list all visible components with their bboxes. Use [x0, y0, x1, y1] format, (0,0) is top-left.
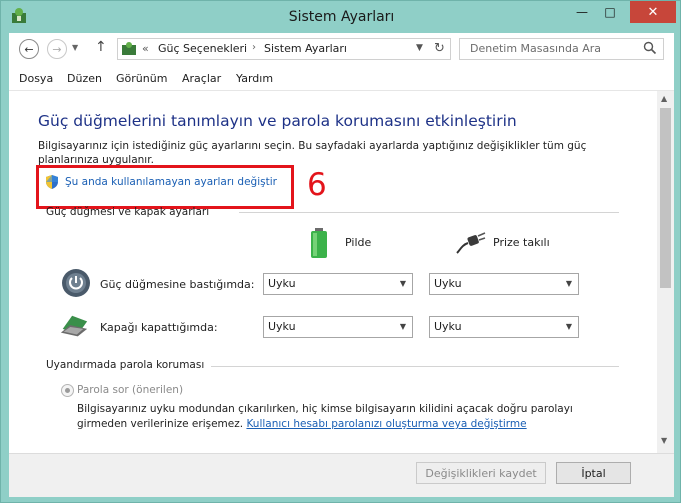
menu-bar: Dosya Düzen Görünüm Araçlar Yardım — [9, 65, 674, 91]
menu-tools[interactable]: Araçlar — [182, 72, 221, 85]
select-value: Uyku — [268, 277, 296, 290]
breadcrumb-power-options[interactable]: Güç Seçenekleri — [158, 42, 247, 55]
maximize-button[interactable]: □ — [596, 1, 624, 23]
password-description: Bilgisayarınız uyku modundan çıkarılırke… — [77, 402, 607, 432]
account-password-link[interactable]: Kullanıcı hesabı parolanızı oluşturma ve… — [246, 418, 526, 430]
scroll-down-icon[interactable]: ▼ — [661, 436, 667, 445]
require-password-radio[interactable] — [61, 384, 74, 397]
chevron-down-icon: ▼ — [399, 322, 406, 331]
menu-edit[interactable]: Düzen — [67, 72, 102, 85]
menu-file[interactable]: Dosya — [19, 72, 53, 85]
title-bar: Sistem Ayarları — □ ✕ — [1, 1, 681, 33]
refresh-icon[interactable]: ↻ — [434, 41, 445, 56]
lid-close-plugged-select[interactable]: Uyku ▼ — [429, 316, 579, 338]
save-changes-button[interactable]: Değişiklikleri kaydet — [416, 462, 546, 484]
content-pane: ▲ ▼ Güç düğmelerini tanımlayın ve parola… — [9, 91, 674, 497]
select-value: Uyku — [434, 320, 462, 333]
minimize-button[interactable]: — — [568, 1, 596, 23]
cancel-button[interactable]: İptal — [556, 462, 631, 484]
section-password-heading: Uyandırmada parola koruması — [46, 359, 205, 371]
address-bar[interactable]: « Güç Seçenekleri › Sistem Ayarları ▼ ↻ — [117, 38, 451, 60]
control-panel-icon — [122, 42, 136, 55]
plugged-in-label: Prize takılı — [493, 236, 550, 249]
chevron-down-icon: ▼ — [565, 279, 572, 288]
require-password-label: Parola sor (önerilen) — [77, 384, 184, 396]
laptop-lid-icon — [60, 315, 88, 337]
power-plug-icon — [456, 232, 486, 254]
search-input[interactable]: Denetim Masasında Ara — [459, 38, 664, 60]
page-title: Güç düğmelerini tanımlayın ve parola kor… — [38, 112, 517, 130]
menu-help[interactable]: Yardım — [236, 72, 273, 85]
breadcrumb-separator-icon[interactable]: › — [252, 42, 256, 53]
battery-icon — [311, 228, 327, 258]
breadcrumb-overflow-icon[interactable]: « — [142, 42, 149, 55]
scroll-up-icon[interactable]: ▲ — [661, 94, 667, 103]
address-dropdown-icon[interactable]: ▼ — [416, 43, 423, 53]
section-power-heading: Güç düğmesi ve kapak ayarları — [46, 206, 210, 218]
power-button-icon — [62, 269, 90, 297]
power-button-plugged-select[interactable]: Uyku ▼ — [429, 273, 579, 295]
annotation-highlight-box — [36, 165, 294, 209]
chevron-down-icon: ▼ — [565, 322, 572, 331]
annotation-number: 6 — [307, 167, 327, 203]
intro-text: Bilgisayarınız için istediğiniz güç ayar… — [38, 140, 587, 166]
on-battery-label: Pilde — [345, 236, 372, 249]
section-divider — [239, 212, 619, 213]
search-icon[interactable] — [643, 41, 657, 55]
lid-close-battery-select[interactable]: Uyku ▼ — [263, 316, 413, 338]
power-button-battery-select[interactable]: Uyku ▼ — [263, 273, 413, 295]
forward-button[interactable]: → — [47, 39, 67, 59]
section-divider — [211, 366, 619, 367]
vertical-scrollbar[interactable]: ▲ ▼ — [657, 91, 674, 453]
up-button[interactable]: ↑ — [95, 39, 107, 55]
power-button-row-label: Güç düğmesine bastığımda: — [100, 278, 255, 291]
scrollbar-thumb[interactable] — [660, 108, 671, 288]
window: Sistem Ayarları — □ ✕ ← → ▼ ↑ « Güç Seçe… — [0, 0, 681, 503]
menu-view[interactable]: Görünüm — [116, 72, 167, 85]
breadcrumb-system-settings[interactable]: Sistem Ayarları — [264, 42, 347, 55]
back-button[interactable]: ← — [19, 39, 39, 59]
chevron-down-icon: ▼ — [399, 279, 406, 288]
close-button[interactable]: ✕ — [630, 1, 676, 23]
address-row: ← → ▼ ↑ « Güç Seçenekleri › Sistem Ayarl… — [9, 33, 674, 65]
select-value: Uyku — [268, 320, 296, 333]
search-placeholder: Denetim Masasında Ara — [470, 42, 602, 55]
footer-bar: Değişiklikleri kaydet İptal — [9, 453, 674, 497]
select-value: Uyku — [434, 277, 462, 290]
recent-pages-dropdown-icon[interactable]: ▼ — [72, 43, 78, 52]
lid-close-row-label: Kapağı kapattığımda: — [100, 321, 218, 334]
